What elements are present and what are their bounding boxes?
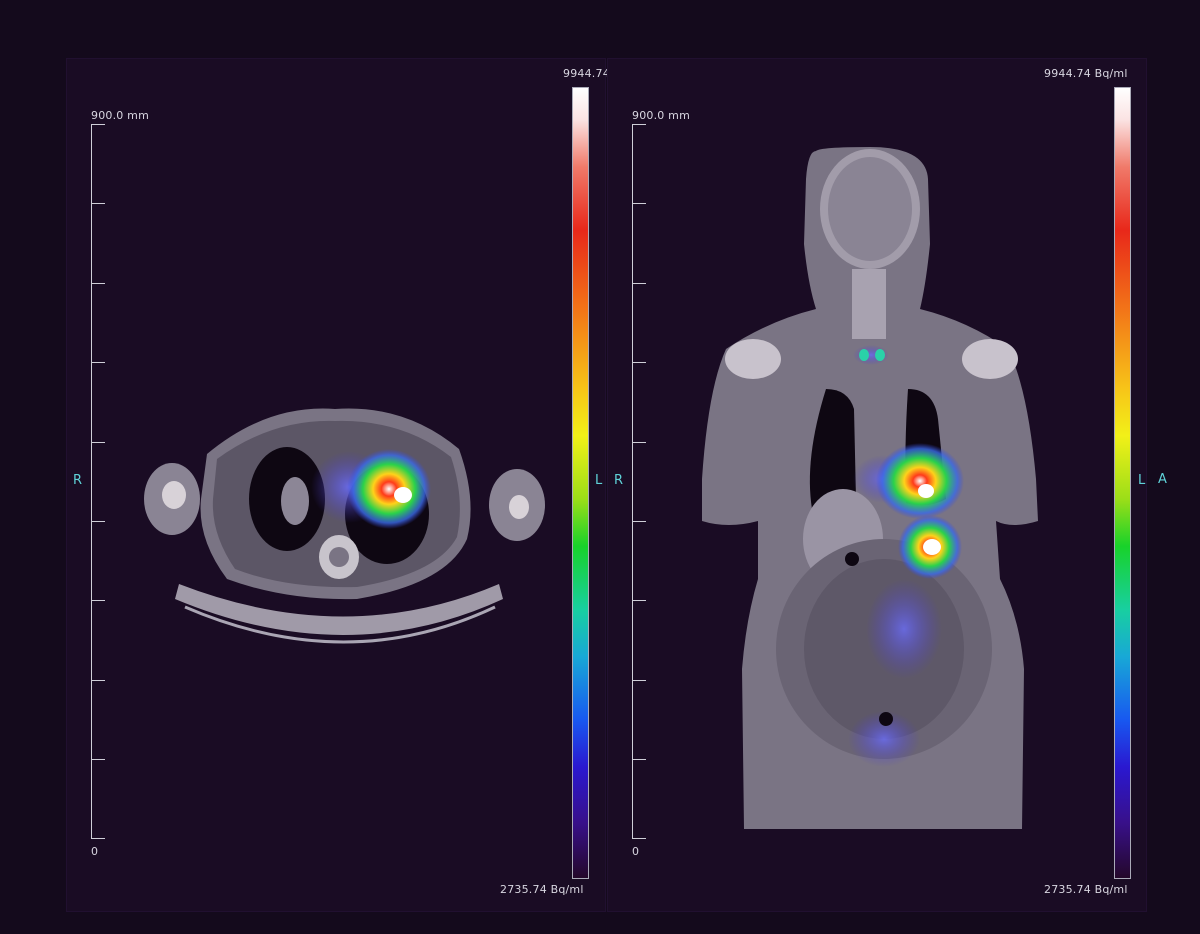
coronal-pet-ct-image — [702, 147, 1038, 829]
coronal-viewport[interactable]: 9944.74 Bq/ml 900.0 mm R L 0 2735.74 Bq/… — [607, 58, 1147, 912]
coronal-orientation-anterior-visible-label: A — [1158, 472, 1167, 487]
axial-pet-ct-image — [144, 408, 545, 644]
axial-viewport[interactable]: 9944.74 Bq/ml 900.0 mm R L 0 2735.74 Bq/… — [66, 58, 646, 912]
